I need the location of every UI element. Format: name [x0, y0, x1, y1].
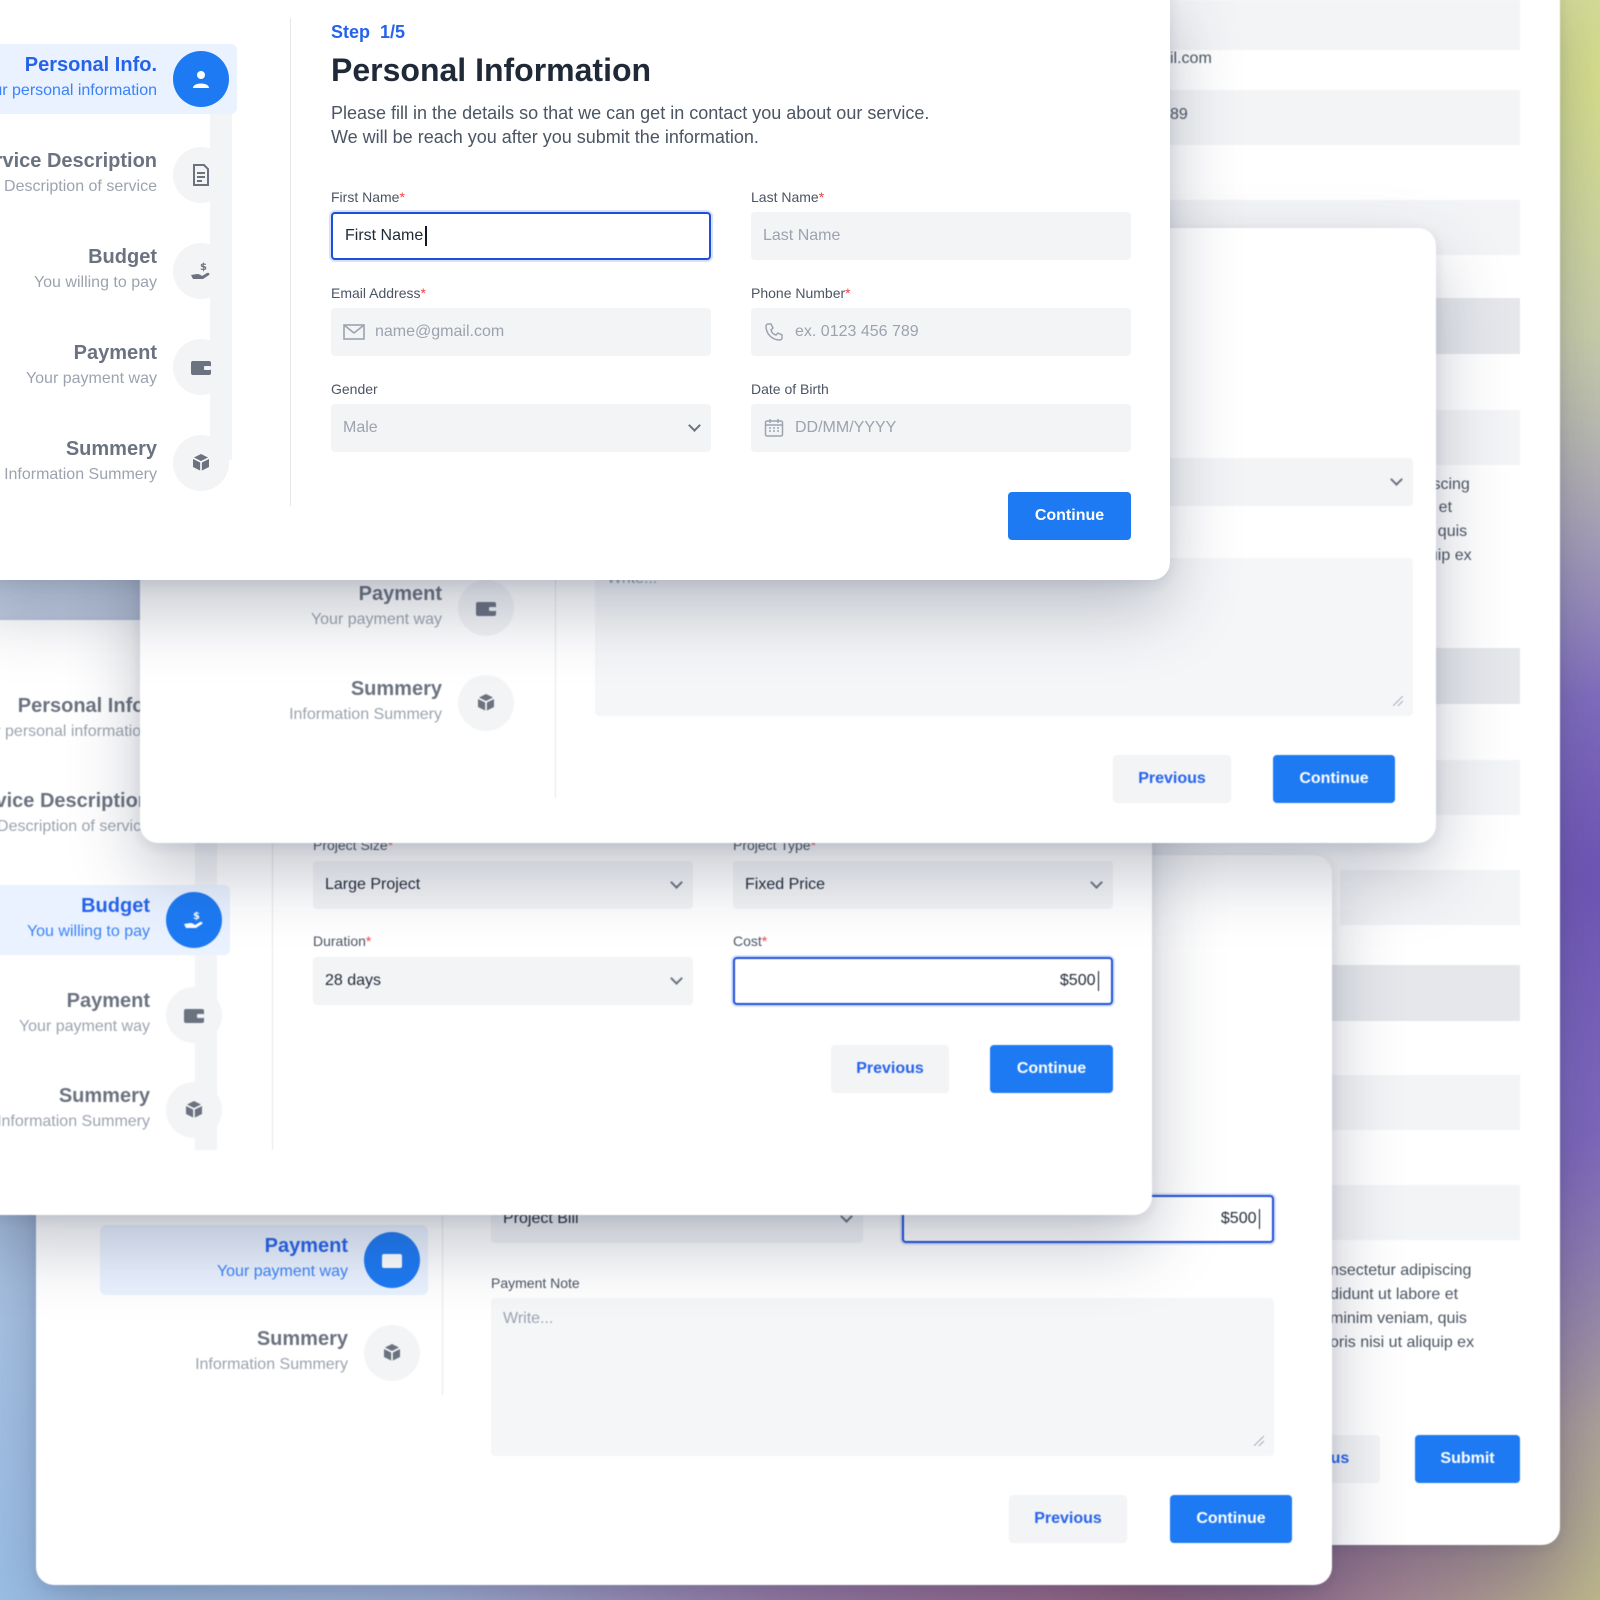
personal-information-card: Personal Info. Your personal information…: [0, 0, 1170, 580]
project-size-select[interactable]: Large Project: [313, 861, 693, 909]
step-indicator: Step 1/5: [331, 22, 406, 42]
page-title: Personal Information: [331, 52, 652, 88]
last-name-input[interactable]: Last Name: [751, 212, 1131, 260]
email-label: Email Address*: [331, 285, 426, 301]
previous-button[interactable]: Previous: [1009, 1495, 1127, 1543]
step-service-description[interactable]: Service Description Detail Description o…: [0, 140, 237, 210]
phone-field[interactable]: ex. 0123 456 789: [751, 308, 1131, 356]
duration-select[interactable]: 28 days: [313, 957, 693, 1005]
box-icon: [166, 1082, 222, 1138]
summary-text-fragment: il.com: [1170, 50, 1212, 67]
continue-button[interactable]: Continue: [1008, 492, 1131, 540]
step-summery[interactable]: Summery Information Summery: [0, 428, 237, 498]
step-summery[interactable]: Summery Information Summery: [170, 668, 522, 738]
first-name-label: First Name*: [331, 189, 405, 205]
cost-input[interactable]: $500: [733, 957, 1113, 1005]
duration-label: Duration*: [313, 933, 372, 949]
resize-grip[interactable]: [1254, 1436, 1264, 1446]
gender-label: Gender: [331, 381, 378, 397]
box-icon: [364, 1325, 420, 1381]
wallet-icon: [364, 1232, 420, 1288]
summary-text-fragment: oris nisi ut aliquip ex: [1330, 1334, 1475, 1351]
money-hand-icon: $: [173, 243, 229, 299]
document-icon: [173, 147, 229, 203]
service-description-textarea[interactable]: Write...: [595, 558, 1413, 716]
step-personal-info[interactable]: Personal Info. Your personal information: [0, 44, 237, 114]
continue-button[interactable]: Continue: [1273, 755, 1395, 803]
dob-label: Date of Birth: [751, 381, 829, 397]
user-icon: [173, 51, 229, 107]
summary-text-fragment: minim veniam, quis: [1330, 1310, 1467, 1327]
summary-text-fragment: 89: [1170, 106, 1188, 123]
resize-grip[interactable]: [1393, 696, 1403, 706]
calendar-icon: [763, 417, 785, 439]
svg-text:$: $: [200, 262, 207, 273]
money-hand-icon: $: [166, 892, 222, 948]
step-budget[interactable]: Budget You willing to pay $: [0, 885, 230, 955]
gender-select[interactable]: Male: [331, 404, 711, 452]
summary-text-fragment: didunt ut labore et: [1330, 1286, 1459, 1303]
step-payment[interactable]: Payment Your payment way: [100, 1225, 428, 1295]
continue-button[interactable]: Continue: [990, 1045, 1113, 1093]
phone-label: Phone Number*: [751, 285, 851, 301]
wallet-icon: [173, 339, 229, 395]
page-description: Please fill in the details so that we ca…: [331, 103, 930, 147]
phone-icon: [763, 321, 785, 343]
cost-label: Cost*: [733, 933, 768, 949]
summary-text-fragment: nsectetur adipiscing: [1330, 1262, 1472, 1279]
step-payment[interactable]: Payment Your payment way: [0, 332, 237, 402]
continue-button[interactable]: Continue: [1170, 1495, 1292, 1543]
step-summery[interactable]: Summery Information Summery: [0, 1075, 230, 1145]
wallet-icon: [458, 580, 514, 636]
project-type-select[interactable]: Fixed Price: [733, 861, 1113, 909]
step-payment[interactable]: Payment Your payment way: [170, 573, 522, 643]
box-icon: [458, 675, 514, 731]
last-name-label: Last Name*: [751, 189, 825, 205]
submit-button[interactable]: Submit: [1415, 1435, 1520, 1483]
payment-note-label: Payment Note: [491, 1275, 580, 1291]
step-budget[interactable]: Budget You willing to pay $: [0, 236, 237, 306]
step-summery[interactable]: Summery Information Summery: [100, 1318, 428, 1388]
step-payment[interactable]: Payment Your payment way: [0, 980, 230, 1050]
wallet-icon: [166, 987, 222, 1043]
box-icon: [173, 435, 229, 491]
previous-button[interactable]: Previous: [831, 1045, 949, 1093]
svg-text:$: $: [193, 911, 200, 922]
payment-note-textarea[interactable]: Write...: [491, 1298, 1274, 1456]
first-name-input[interactable]: First Name: [331, 212, 711, 260]
email-field[interactable]: name@gmail.com: [331, 308, 711, 356]
dob-field[interactable]: DD/MM/YYYY: [751, 404, 1131, 452]
mail-icon: [343, 321, 365, 343]
previous-button[interactable]: Previous: [1113, 755, 1231, 803]
